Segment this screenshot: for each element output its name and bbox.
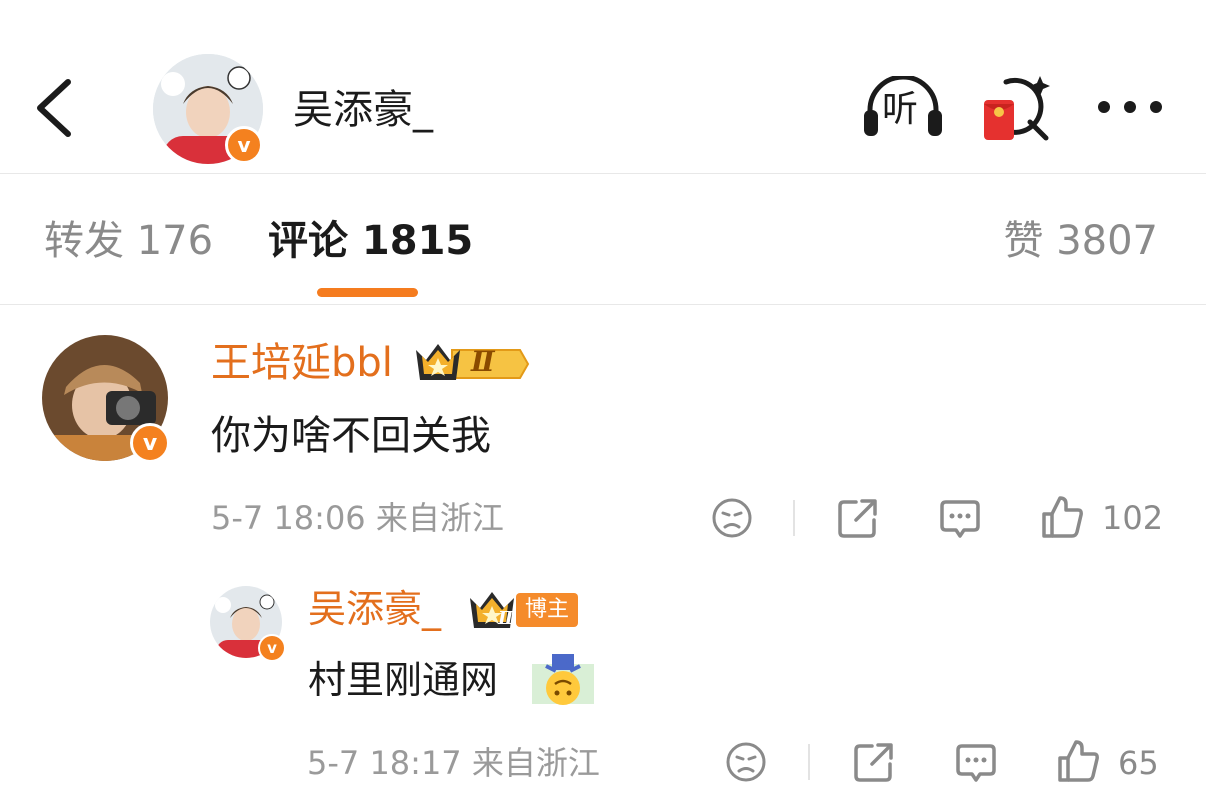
share-icon[interactable] bbox=[852, 740, 896, 784]
verified-badge: v bbox=[258, 634, 286, 662]
blogger-tag: 博主 bbox=[516, 593, 578, 627]
more-icon[interactable] bbox=[1096, 96, 1164, 118]
action-divider bbox=[793, 500, 795, 536]
active-tab-indicator bbox=[317, 288, 418, 297]
commenter-avatar[interactable]: v bbox=[42, 335, 170, 463]
share-icon[interactable] bbox=[836, 496, 880, 540]
tab-bar: 转发 176 评论 1815 赞 3807 bbox=[0, 175, 1206, 305]
reply-icon[interactable] bbox=[954, 742, 998, 786]
listen-label: 听 bbox=[882, 89, 919, 130]
author-name[interactable]: 吴添豪_ bbox=[293, 86, 433, 134]
comment-time: 5-7 18:06 来自浙江 bbox=[211, 499, 504, 537]
top-bar: v 吴添豪_ 听 bbox=[0, 0, 1206, 174]
reply-icon[interactable] bbox=[938, 498, 982, 542]
reply-text: 村里刚通网 bbox=[308, 658, 499, 702]
listen-button[interactable]: 听 bbox=[862, 74, 944, 138]
like-icon[interactable] bbox=[1040, 494, 1084, 540]
like-icon[interactable] bbox=[1056, 738, 1100, 784]
reply-author-name[interactable]: 吴添豪_ bbox=[308, 584, 441, 634]
level-badge: Ⅱ bbox=[498, 608, 514, 629]
verified-badge: v bbox=[225, 126, 263, 164]
dislike-icon[interactable] bbox=[724, 740, 768, 784]
comment-text: 你为啥不回关我 bbox=[211, 413, 491, 459]
upside-down-face-emoji bbox=[532, 654, 594, 705]
level-badge: Ⅱ bbox=[471, 345, 495, 378]
action-divider bbox=[808, 744, 810, 780]
reply-time: 5-7 18:17 来自浙江 bbox=[307, 744, 600, 782]
tab-comments[interactable]: 评论 1815 bbox=[268, 215, 473, 267]
like-count: 65 bbox=[1118, 744, 1159, 782]
author-avatar[interactable]: v bbox=[153, 54, 263, 164]
tab-repost[interactable]: 转发 176 bbox=[44, 215, 213, 267]
tab-likes[interactable]: 赞 3807 bbox=[1003, 215, 1158, 267]
red-packet-icon[interactable] bbox=[982, 74, 1052, 142]
like-count: 102 bbox=[1102, 499, 1164, 537]
dislike-icon[interactable] bbox=[710, 496, 754, 540]
reply-author-avatar[interactable]: v bbox=[210, 586, 286, 662]
verified-badge: v bbox=[130, 423, 170, 463]
commenter-name[interactable]: 王培延bbl bbox=[211, 338, 393, 388]
chevron-left-icon[interactable] bbox=[30, 78, 80, 138]
